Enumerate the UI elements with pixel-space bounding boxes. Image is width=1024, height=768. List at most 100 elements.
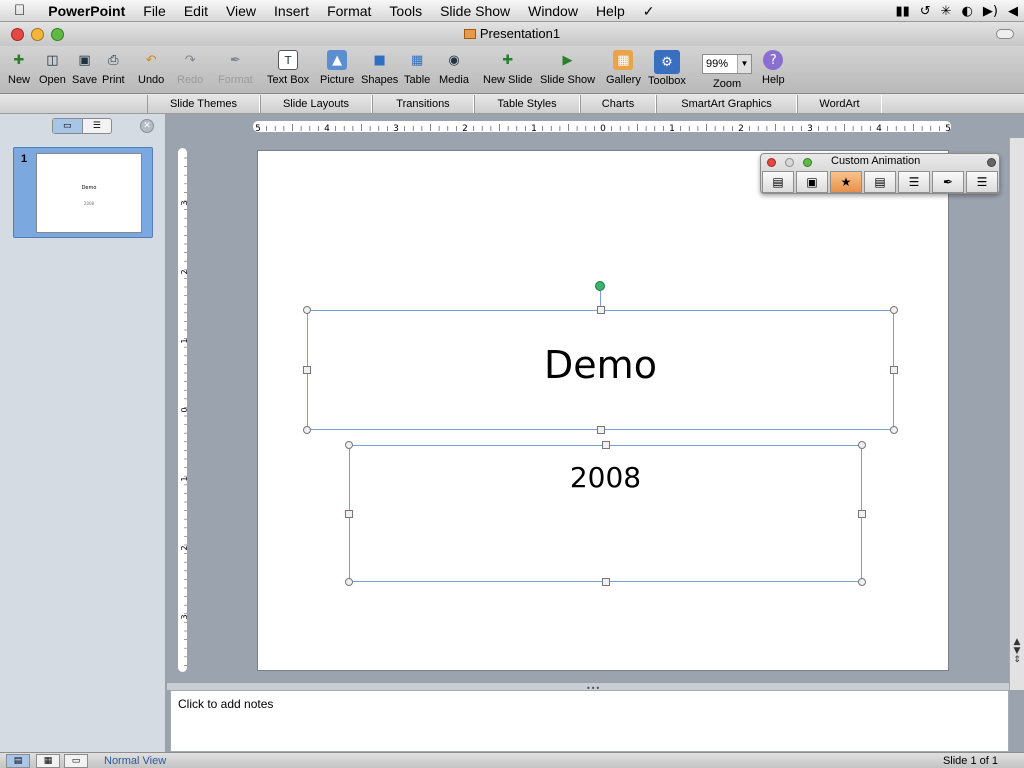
undo-icon: ↶ — [145, 52, 157, 68]
toolbox-button[interactable]: ⚙ Toolbox — [648, 50, 686, 88]
tab-smartart-graphics[interactable]: SmartArt Graphics — [656, 95, 797, 113]
format-painter-button[interactable]: ✒ Format — [218, 50, 253, 87]
slide-thumbnail-pane: ▭ ☰ ✕ 1 Demo 2008 — [0, 114, 166, 752]
battery-icon[interactable]: ▮▮ — [895, 4, 909, 19]
save-button[interactable]: ▣ Save — [72, 50, 97, 87]
subtitle-resize-handle[interactable] — [858, 509, 866, 518]
title-resize-handle[interactable] — [890, 366, 898, 374]
menu-format[interactable]: Format — [318, 0, 380, 22]
zoom-select[interactable]: 99% ▼ — [702, 54, 752, 74]
scroll-arrows-icon[interactable]: ▲ ▼ ⇕ — [1010, 638, 1024, 668]
menu-tools[interactable]: Tools — [380, 0, 431, 22]
title-resize-handle[interactable] — [890, 306, 898, 314]
text-icon[interactable]: ▤ — [762, 171, 794, 193]
ruler-label: 2 — [180, 545, 188, 550]
menu-help[interactable]: Help — [587, 0, 634, 22]
media-button[interactable]: ◉ Media — [439, 50, 469, 87]
menu-view[interactable]: View — [217, 0, 265, 22]
title-resize-handle[interactable] — [596, 426, 605, 434]
palette-close-button[interactable] — [767, 158, 776, 167]
script-icon[interactable]: ✓ — [634, 0, 664, 22]
tab-transitions[interactable]: Transitions — [372, 95, 474, 113]
open-button[interactable]: ◫ Open — [39, 50, 66, 87]
slide-show-view-icon[interactable]: ▭ — [64, 754, 88, 768]
toolbar-toggle-button[interactable] — [996, 29, 1014, 39]
title-resize-handle[interactable] — [303, 366, 311, 374]
subtitle-placeholder[interactable]: 2008 — [349, 445, 862, 582]
rotate-handle[interactable] — [595, 281, 605, 291]
slide-sorter-view-icon[interactable]: ▦ — [36, 754, 60, 768]
apple-icon[interactable]:  — [0, 0, 39, 22]
notes-splitter[interactable]: ••• — [167, 682, 1009, 693]
input-menu-icon[interactable]: ◀ — [1008, 4, 1018, 19]
window-title-bar: Presentation1 — [0, 22, 1024, 46]
subtitle-resize-handle[interactable] — [345, 441, 353, 449]
title-placeholder[interactable]: Demo — [307, 310, 894, 430]
print-button[interactable]: ⎙ Print — [102, 50, 125, 87]
horizontal-ruler[interactable]: 5 4 3 2 1 0 1 2 3 4 5 — [252, 120, 952, 133]
ruler-label: 3 — [807, 124, 813, 133]
wifi-icon[interactable]: ◐ — [962, 4, 973, 19]
normal-view-icon[interactable]: ▤ — [6, 754, 30, 768]
new-button[interactable]: ✚ New — [8, 50, 30, 87]
slide-canvas[interactable]: Demo 2008 — [257, 150, 949, 671]
table-button[interactable]: ▦ Table — [404, 50, 430, 87]
tab-table-styles[interactable]: Table Styles — [474, 95, 580, 113]
gallery-button[interactable]: ▦ Gallery — [606, 50, 641, 87]
tab-wordart[interactable]: WordArt — [797, 95, 882, 113]
notes-placeholder[interactable]: Click to add notes — [178, 697, 273, 711]
library-icon[interactable]: ☰ — [898, 171, 930, 193]
subtitle-resize-handle[interactable] — [601, 578, 610, 586]
undo-label: Undo — [138, 74, 165, 86]
slide-thumbnail[interactable]: 1 Demo 2008 — [13, 147, 153, 238]
menu-window[interactable]: Window — [519, 0, 587, 22]
subtitle-resize-handle[interactable] — [858, 441, 866, 449]
shapes-button[interactable]: ■ Shapes — [361, 50, 398, 87]
vertical-scrollbar[interactable]: ▲ ▼ ⇕ — [1009, 138, 1024, 690]
picture-button[interactable]: ▲ Picture — [320, 50, 354, 87]
title-resize-handle[interactable] — [303, 306, 311, 314]
notes-pane[interactable]: Click to add notes — [170, 690, 1009, 752]
subtitle-resize-handle[interactable] — [601, 441, 610, 449]
title-resize-handle[interactable] — [303, 426, 311, 434]
palette-minimize-button[interactable] — [785, 158, 794, 167]
tab-slide-layouts[interactable]: Slide Layouts — [260, 95, 372, 113]
title-resize-handle[interactable] — [890, 426, 898, 434]
undo-button[interactable]: ↶ Undo — [138, 50, 164, 87]
animate-star-icon[interactable]: ★ — [830, 171, 862, 193]
subtitle-resize-handle[interactable] — [858, 578, 866, 586]
slide-subtitle[interactable]: 2008 — [350, 461, 861, 494]
menu-app-name[interactable]: PowerPoint — [39, 0, 134, 22]
subtitle-resize-handle[interactable] — [345, 578, 353, 586]
custom-animation-palette[interactable]: Custom Animation ▤ ▣ ★ ▤ ☰ ✒ ☰ — [760, 153, 1000, 194]
slides-tab-icon[interactable]: ▭ — [53, 119, 83, 133]
vertical-ruler[interactable]: 3210123 — [177, 147, 188, 673]
title-resize-handle[interactable] — [596, 306, 605, 314]
redo-button[interactable]: ↷ Redo — [177, 50, 203, 87]
add-picture-icon[interactable]: ▣ — [796, 171, 828, 193]
menu-edit[interactable]: Edit — [175, 0, 217, 22]
help-button[interactable]: ? Help — [762, 50, 785, 87]
menu-file[interactable]: File — [134, 0, 175, 22]
slide-title[interactable]: Demo — [308, 343, 893, 387]
tools-icon[interactable]: ✒ — [932, 171, 964, 193]
tab-slide-themes[interactable]: Slide Themes — [147, 95, 260, 113]
slide-show-button[interactable]: ▶ Slide Show — [540, 50, 595, 87]
time-machine-icon[interactable]: ↺ — [920, 4, 931, 19]
media-icon: ◉ — [448, 52, 460, 68]
volume-icon[interactable]: ▶) — [983, 4, 998, 19]
tab-charts[interactable]: Charts — [580, 95, 656, 113]
new-slide-button[interactable]: ✚ New Slide — [483, 50, 533, 87]
stack-icon[interactable]: ☰ — [966, 171, 998, 193]
text-box-button[interactable]: T Text Box — [267, 50, 309, 87]
palette-options-icon[interactable] — [987, 158, 996, 167]
zoom-value: 99% — [706, 58, 729, 70]
subtitle-resize-handle[interactable] — [345, 509, 353, 518]
close-pane-icon[interactable]: ✕ — [140, 119, 154, 133]
media-icon[interactable]: ▤ — [864, 171, 896, 193]
palette-zoom-button[interactable] — [803, 158, 812, 167]
bluetooth-icon[interactable]: ✳ — [941, 4, 952, 19]
outline-tab-icon[interactable]: ☰ — [83, 119, 112, 133]
menu-insert[interactable]: Insert — [265, 0, 318, 22]
menu-slide-show[interactable]: Slide Show — [431, 0, 519, 22]
